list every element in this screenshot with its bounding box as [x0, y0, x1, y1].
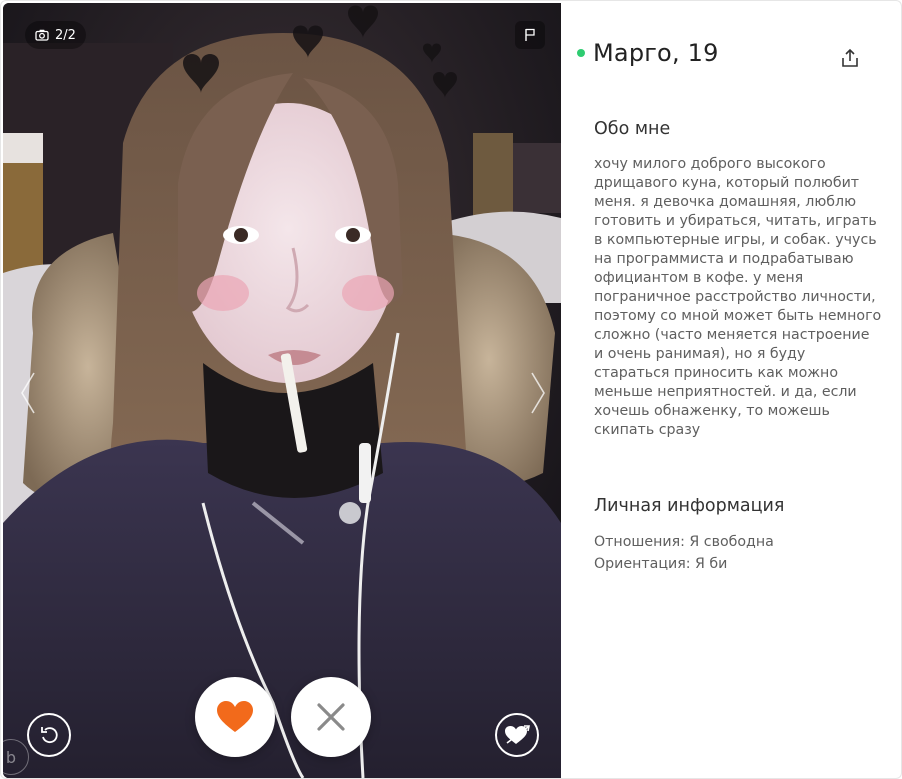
chevron-left-icon — [21, 372, 35, 414]
super-like-button[interactable] — [495, 713, 539, 757]
previous-photo-button[interactable] — [13, 365, 43, 421]
photo-counter: 2/2 — [25, 21, 86, 49]
about-title: Обо мне — [594, 119, 671, 139]
report-button[interactable] — [515, 21, 545, 49]
photo-illustration — [3, 3, 561, 778]
share-button[interactable] — [837, 45, 863, 71]
orientation: Ориентация: Я би — [594, 556, 728, 572]
online-status-dot — [577, 49, 585, 57]
share-icon — [842, 48, 858, 67]
close-icon — [317, 703, 345, 731]
camera-icon — [35, 29, 49, 41]
profile-name: Марго, 19 — [593, 39, 719, 67]
profile-photo[interactable]: 2/2 b — [3, 3, 561, 778]
dislike-button[interactable] — [291, 677, 371, 757]
personal-info-title: Личная информация — [594, 496, 785, 516]
heart-icon — [217, 701, 253, 732]
photo-counter-text: 2/2 — [55, 27, 76, 43]
undo-button[interactable] — [27, 713, 71, 757]
undo-icon — [41, 727, 58, 744]
heart-arrow-icon — [505, 725, 530, 744]
profile-card: 2/2 b Марго, 19 Обо мне хочу милого добр… — [0, 0, 902, 779]
flag-icon — [525, 28, 535, 41]
profile-header: Марго, 19 — [577, 39, 719, 67]
chevron-right-icon — [531, 372, 545, 414]
next-photo-button[interactable] — [523, 365, 553, 421]
relationship-status: Отношения: Я свободна — [594, 534, 774, 550]
like-button[interactable] — [195, 677, 275, 757]
profile-info-panel: Марго, 19 Обо мне хочу милого доброго вы… — [563, 1, 901, 778]
about-text: хочу милого доброго высокого дрищавого к… — [594, 156, 882, 438]
